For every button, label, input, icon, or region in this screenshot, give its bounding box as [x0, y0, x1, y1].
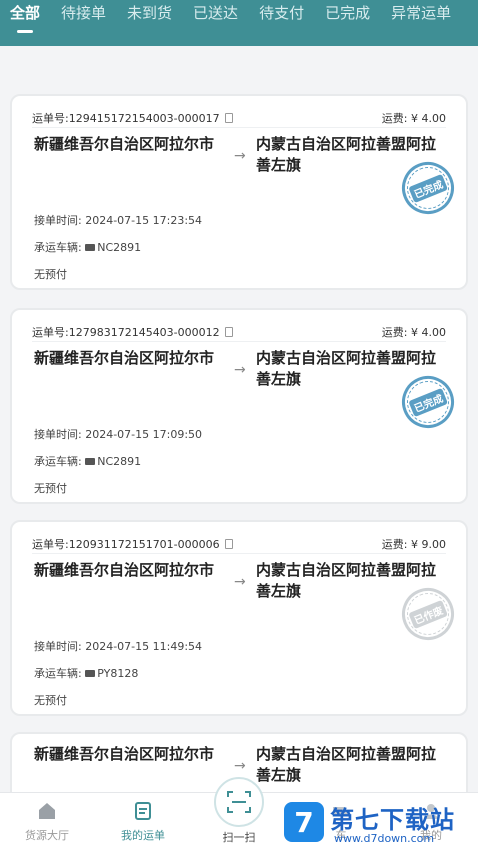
waybill-number: 运单号:129415172154003-000017	[32, 110, 233, 126]
tab-pending-accept[interactable]: 待接单	[61, 4, 106, 22]
vehicle-row: 承运车辆: PY8128	[34, 665, 138, 681]
stamp-ring: 已完成	[400, 160, 456, 216]
freight-amount: 运费: ¥ 4.00	[381, 112, 446, 125]
origin: 新疆维吾尔自治区阿拉尔市	[34, 349, 215, 367]
tab-pending-payment[interactable]: 待支付	[259, 4, 304, 22]
nav-cargo-hall[interactable]: 货源大厅	[12, 801, 82, 843]
vehicle-label: 承运车辆:	[34, 455, 82, 468]
stamp-ring: 已作废	[400, 586, 456, 642]
truck-icon	[85, 670, 96, 677]
waybill-text: 运单号:127983172145403-000012	[32, 326, 220, 339]
prepay-status: 无预付	[34, 268, 67, 281]
nav-mine[interactable]: 我的	[396, 801, 466, 843]
scan-icon	[227, 791, 251, 813]
waybill-number: 运单号:120931172151701-000006	[32, 536, 233, 552]
card-header: 运单号:129415172154003-000017 运费: ¥ 4.00	[32, 110, 446, 128]
document-icon	[133, 801, 153, 821]
vehicle-label: 承运车辆:	[34, 241, 82, 254]
stamp-text: 已作废	[408, 599, 448, 629]
truck-icon	[331, 801, 351, 821]
spacer	[0, 46, 478, 80]
nav-my-orders[interactable]: 我的运单	[108, 801, 178, 843]
accept-time: 接单时间: 2024-07-15 17:09:50	[34, 428, 203, 441]
nav-label: 货源大厅	[25, 829, 69, 842]
tab-delivered[interactable]: 已送达	[193, 4, 238, 22]
nav-label: 我的运单	[121, 829, 165, 842]
home-icon	[37, 801, 57, 821]
arrow-right-icon: →	[234, 148, 246, 164]
tab-all[interactable]: 全部	[10, 4, 40, 33]
scan-button[interactable]	[214, 777, 264, 827]
origin: 新疆维吾尔自治区阿拉尔市	[34, 745, 215, 763]
order-card[interactable]: 运单号:129415172154003-000017 运费: ¥ 4.00 新疆…	[10, 94, 468, 290]
stamp-ring: 已完成	[400, 374, 456, 430]
nav-vehicle[interactable]: 车	[306, 801, 376, 843]
waybill-number: 运单号:127983172145403-000012	[32, 324, 233, 340]
accept-time: 接单时间: 2024-07-15 17:23:54	[34, 214, 203, 227]
status-tabs: 全部 待接单 未到货 已送达 待支付 已完成 异常运单	[0, 0, 478, 46]
vehicle-plate: NC2891	[97, 241, 142, 254]
bottom-navigation: 货源大厅 我的运单 扫一扫 车 我的	[0, 777, 478, 850]
origin: 新疆维吾尔自治区阿拉尔市	[34, 561, 215, 579]
stamp-text: 已完成	[408, 387, 448, 417]
freight-amount: 运费: ¥ 4.00	[381, 326, 446, 339]
origin: 新疆维吾尔自治区阿拉尔市	[34, 135, 215, 153]
copy-icon[interactable]	[224, 327, 233, 337]
truck-icon	[85, 244, 96, 251]
destination: 内蒙古自治区阿拉善盟阿拉善左旗	[256, 745, 437, 784]
copy-icon[interactable]	[224, 539, 233, 549]
vehicle-plate: PY8128	[97, 667, 139, 680]
vehicle-row: 承运车辆: NC2891	[34, 453, 141, 469]
waybill-text: 运单号:129415172154003-000017	[32, 112, 220, 125]
order-card[interactable]: 运单号:127983172145403-000012 运费: ¥ 4.00 新疆…	[10, 308, 468, 504]
nav-label: 我的	[420, 829, 442, 842]
order-list: 运单号:129415172154003-000017 运费: ¥ 4.00 新疆…	[0, 80, 478, 792]
scan-label: 扫一扫	[222, 831, 256, 844]
card-header: 运单号:120931172151701-000006 运费: ¥ 9.00	[32, 536, 446, 554]
stamp-text: 已完成	[408, 173, 448, 203]
arrow-right-icon: →	[234, 574, 246, 590]
tab-completed[interactable]: 已完成	[325, 4, 370, 22]
freight-amount: 运费: ¥ 9.00	[381, 538, 446, 551]
vehicle-plate: NC2891	[97, 455, 142, 468]
waybill-text: 运单号:120931172151701-000006	[32, 538, 220, 551]
arrow-right-icon: →	[234, 362, 246, 378]
order-card[interactable]: 运单号:120931172151701-000006 运费: ¥ 9.00 新疆…	[10, 520, 468, 716]
nav-label: 车	[335, 829, 347, 842]
vehicle-label: 承运车辆:	[34, 667, 82, 680]
tab-not-arrived[interactable]: 未到货	[127, 4, 172, 22]
vehicle-row: 承运车辆: NC2891	[34, 239, 141, 255]
tab-abnormal[interactable]: 异常运单	[391, 4, 451, 22]
prepay-status: 无预付	[34, 482, 67, 495]
card-header: 运单号:127983172145403-000012 运费: ¥ 4.00	[32, 324, 446, 342]
truck-icon	[85, 458, 96, 465]
copy-icon[interactable]	[224, 113, 233, 123]
accept-time: 接单时间: 2024-07-15 11:49:54	[34, 640, 203, 653]
user-icon	[421, 801, 441, 821]
prepay-status: 无预付	[34, 694, 67, 707]
arrow-right-icon: →	[234, 758, 246, 774]
